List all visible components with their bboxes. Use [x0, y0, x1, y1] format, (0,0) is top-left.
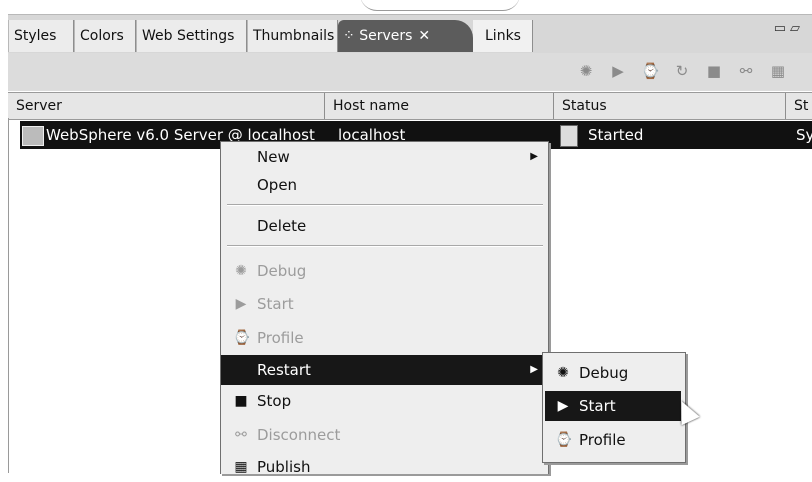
- debug-icon[interactable]: ✺: [577, 62, 595, 80]
- submenu-arrow-icon: ▶: [530, 151, 538, 162]
- menu-item-publish[interactable]: ▦ Publish: [221, 452, 548, 482]
- submenu-arrow-icon: ▶: [530, 364, 538, 375]
- tab-thumbnails[interactable]: Thumbnails: [247, 20, 338, 52]
- tab-colors[interactable]: Colors: [74, 20, 136, 52]
- servers-view-icon: ⁘: [343, 28, 360, 44]
- profile-icon: ⌚: [555, 432, 573, 448]
- menu-item-debug: ✺ Debug: [221, 256, 548, 286]
- restart-submenu: ✺ Debug ▶ Start ⌚ Profile: [542, 352, 686, 463]
- window-controls[interactable]: ▭▱: [774, 21, 804, 36]
- tab-servers[interactable]: ⁘ Servers ✕: [338, 20, 473, 52]
- menu-item-profile: ⌚ Profile: [233, 329, 304, 347]
- menu-item-stop[interactable]: ■ Stop: [221, 386, 548, 416]
- status-text: Started: [588, 126, 644, 144]
- view-border: [8, 118, 9, 473]
- column-server[interactable]: Server: [8, 93, 325, 119]
- minimize-icon[interactable]: ▭: [774, 21, 790, 36]
- start-icon[interactable]: ▶: [609, 62, 627, 80]
- start-icon: ▶: [557, 398, 569, 414]
- menu-item-start: ▶ Start: [221, 289, 548, 319]
- column-state[interactable]: St: [786, 93, 812, 119]
- start-icon: ▶: [235, 296, 247, 312]
- maximize-icon[interactable]: ▱: [790, 21, 804, 36]
- menu-item-open[interactable]: Open: [221, 170, 548, 200]
- column-host-name[interactable]: Host name: [325, 93, 554, 119]
- stop-icon[interactable]: ■: [705, 62, 723, 80]
- state-text: Sy: [796, 126, 812, 144]
- context-menu: New ▶ Open Delete ✺ Debug ▶ Start ⌚ Profile …: [220, 141, 549, 476]
- profile-icon[interactable]: ⌚: [641, 62, 660, 80]
- menu-item-new[interactable]: New ▶: [221, 142, 548, 172]
- disconnect-icon: ⚯: [235, 427, 247, 443]
- server-icon: [22, 126, 44, 146]
- submenu-item-profile[interactable]: ⌚ Profile: [545, 425, 681, 455]
- profile-icon: ⌚: [233, 330, 251, 346]
- submenu-item-start[interactable]: ▶ Start: [545, 391, 681, 421]
- stop-icon: ■: [234, 393, 248, 409]
- tab-links[interactable]: Links: [473, 20, 533, 52]
- view-toolbar: ✺ ▶ ⌚ ↻ ■ ⚯ ▦: [8, 53, 812, 91]
- table-header: Server Host name Status St: [8, 92, 812, 120]
- close-tab-icon[interactable]: ✕: [418, 28, 430, 44]
- restart-icon[interactable]: ↻: [673, 62, 691, 80]
- debug-icon: ✺: [557, 365, 569, 381]
- top-decoration: [360, 0, 520, 11]
- submenu-item-debug[interactable]: ✺ Debug: [545, 358, 681, 388]
- menu-item-disconnect: ⚯ Disconnect: [221, 420, 548, 450]
- menu-item-delete[interactable]: Delete: [221, 211, 548, 241]
- tab-styles[interactable]: Styles: [8, 20, 74, 52]
- tab-web-settings[interactable]: Web Settings: [136, 20, 247, 52]
- debug-icon: ✺: [235, 263, 247, 279]
- tab-servers-label: Servers: [359, 28, 413, 44]
- disconnect-icon[interactable]: ⚯: [737, 62, 755, 80]
- menu-separator: [227, 204, 543, 206]
- started-status-icon: [560, 125, 578, 147]
- menu-item-restart[interactable]: Restart ▶: [221, 355, 548, 385]
- top-edge: [0, 0, 812, 14]
- column-status[interactable]: Status: [554, 93, 786, 119]
- view-tab-bar: Styles Colors Web Settings Thumbnails ⁘ …: [8, 14, 812, 54]
- publish-icon[interactable]: ▦: [769, 62, 787, 80]
- menu-separator: [227, 245, 543, 247]
